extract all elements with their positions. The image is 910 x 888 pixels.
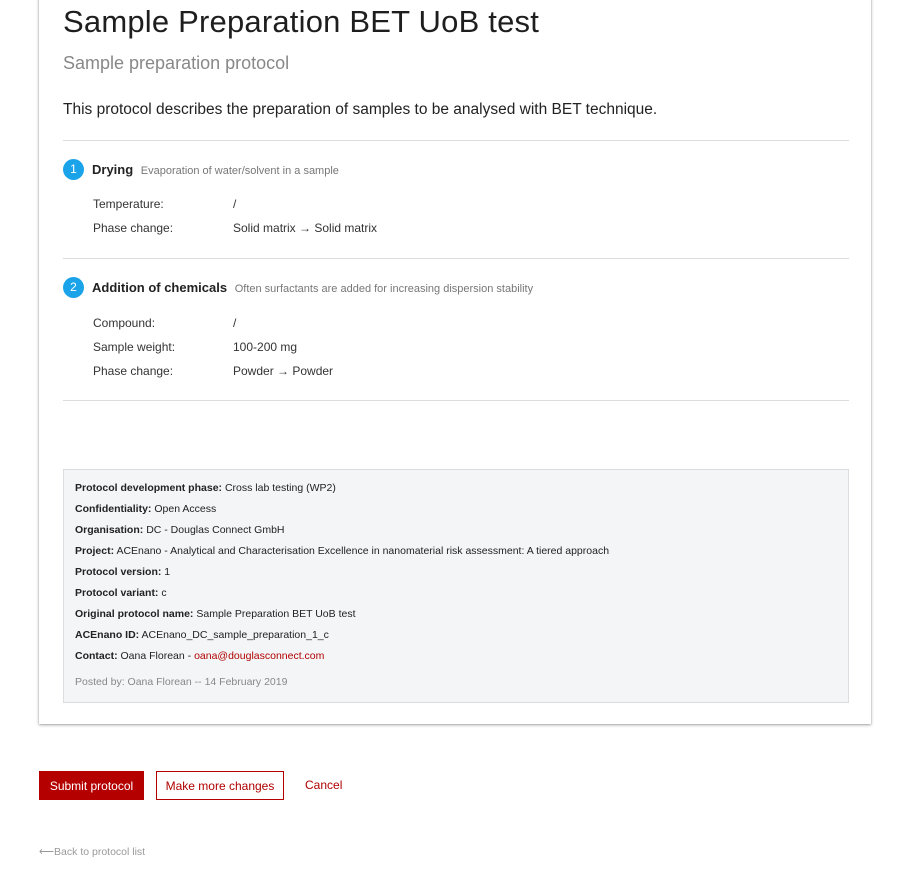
field-value: Solid matrix → Solid matrix bbox=[233, 221, 378, 235]
divider bbox=[63, 140, 849, 141]
page-title: Sample Preparation BET UoB test bbox=[63, 4, 540, 39]
step-number-badge: 2 bbox=[63, 277, 84, 298]
divider bbox=[63, 400, 849, 401]
posted-by: Posted by: Oana Florean -- 14 February 2… bbox=[75, 676, 288, 688]
meta-value: ACEnano - Analytical and Characterisatio… bbox=[116, 545, 610, 557]
step-header: Addition of chemicals Often surfactants … bbox=[92, 280, 533, 295]
meta-label: Organisation: bbox=[75, 524, 144, 536]
field-label: Phase change: bbox=[93, 364, 174, 378]
contact-name: Oana Florean - bbox=[120, 650, 195, 662]
meta-row: Confidentiality: Open Access bbox=[75, 503, 216, 515]
cancel-link[interactable]: Cancel bbox=[305, 778, 342, 792]
divider bbox=[63, 258, 849, 259]
meta-label: Project: bbox=[75, 545, 115, 557]
step-header: Drying Evaporation of water/solvent in a… bbox=[92, 162, 339, 177]
field-label: Compound: bbox=[93, 316, 156, 330]
meta-value: Cross lab testing (WP2) bbox=[224, 482, 336, 494]
submit-protocol-button[interactable]: Submit protocol bbox=[39, 771, 144, 800]
meta-label: Original protocol name: bbox=[75, 608, 194, 620]
meta-row: Original protocol name: Sample Preparati… bbox=[75, 608, 356, 620]
field-value: / bbox=[233, 197, 237, 211]
meta-value: 1 bbox=[164, 566, 171, 578]
meta-row-contact: Contact: Oana Florean - oana@douglasconn… bbox=[75, 650, 324, 662]
contact-email-link[interactable]: oana@douglasconnect.com bbox=[194, 650, 324, 662]
meta-label: Contact: bbox=[75, 650, 118, 662]
step-description: Often surfactants are added for increasi… bbox=[234, 283, 534, 295]
meta-value: Sample Preparation BET UoB test bbox=[196, 608, 356, 620]
meta-row: ACEnano ID: ACEnano_DC_sample_preparatio… bbox=[75, 629, 329, 641]
page-subtitle: Sample preparation protocol bbox=[63, 53, 290, 73]
field-value: 100-200 mg bbox=[233, 340, 298, 354]
meta-label: Protocol variant: bbox=[75, 587, 159, 599]
step-description: Evaporation of water/solvent in a sample bbox=[140, 165, 339, 177]
meta-row: Protocol version: 1 bbox=[75, 566, 170, 578]
protocol-card: Sample Preparation BET UoB test Sample p… bbox=[39, 0, 871, 724]
meta-row: Organisation: DC - Douglas Connect GmbH bbox=[75, 524, 285, 536]
meta-row: Protocol development phase: Cross lab te… bbox=[75, 482, 336, 494]
meta-label: ACEnano ID: bbox=[75, 629, 140, 641]
step-name: Addition of chemicals bbox=[92, 280, 228, 295]
field-label: Phase change: bbox=[93, 221, 174, 235]
make-more-changes-button[interactable]: Make more changes bbox=[156, 771, 284, 800]
meta-label: Confidentiality: bbox=[75, 503, 152, 515]
protocol-description: This protocol describes the preparation … bbox=[63, 101, 658, 118]
meta-value: Open Access bbox=[154, 503, 217, 515]
meta-row: Project: ACEnano - Analytical and Charac… bbox=[75, 545, 609, 557]
step-name: Drying bbox=[92, 162, 134, 177]
protocol-metadata-box: Protocol development phase: Cross lab te… bbox=[63, 469, 849, 703]
field-label: Sample weight: bbox=[93, 340, 176, 354]
meta-label: Protocol version: bbox=[75, 566, 162, 578]
meta-value: c bbox=[161, 587, 167, 599]
meta-row: Protocol variant: c bbox=[75, 587, 167, 599]
field-label: Temperature: bbox=[93, 197, 164, 211]
field-value: Powder → Powder bbox=[233, 364, 334, 378]
meta-label: Protocol development phase: bbox=[75, 482, 223, 494]
field-value: / bbox=[233, 316, 237, 330]
meta-value: ACEnano_DC_sample_preparation_1_c bbox=[141, 629, 329, 641]
step-number-badge: 1 bbox=[63, 159, 84, 180]
back-to-protocol-list-link[interactable]: ⟵Back to protocol list bbox=[39, 846, 145, 858]
meta-value: DC - Douglas Connect GmbH bbox=[146, 524, 285, 536]
